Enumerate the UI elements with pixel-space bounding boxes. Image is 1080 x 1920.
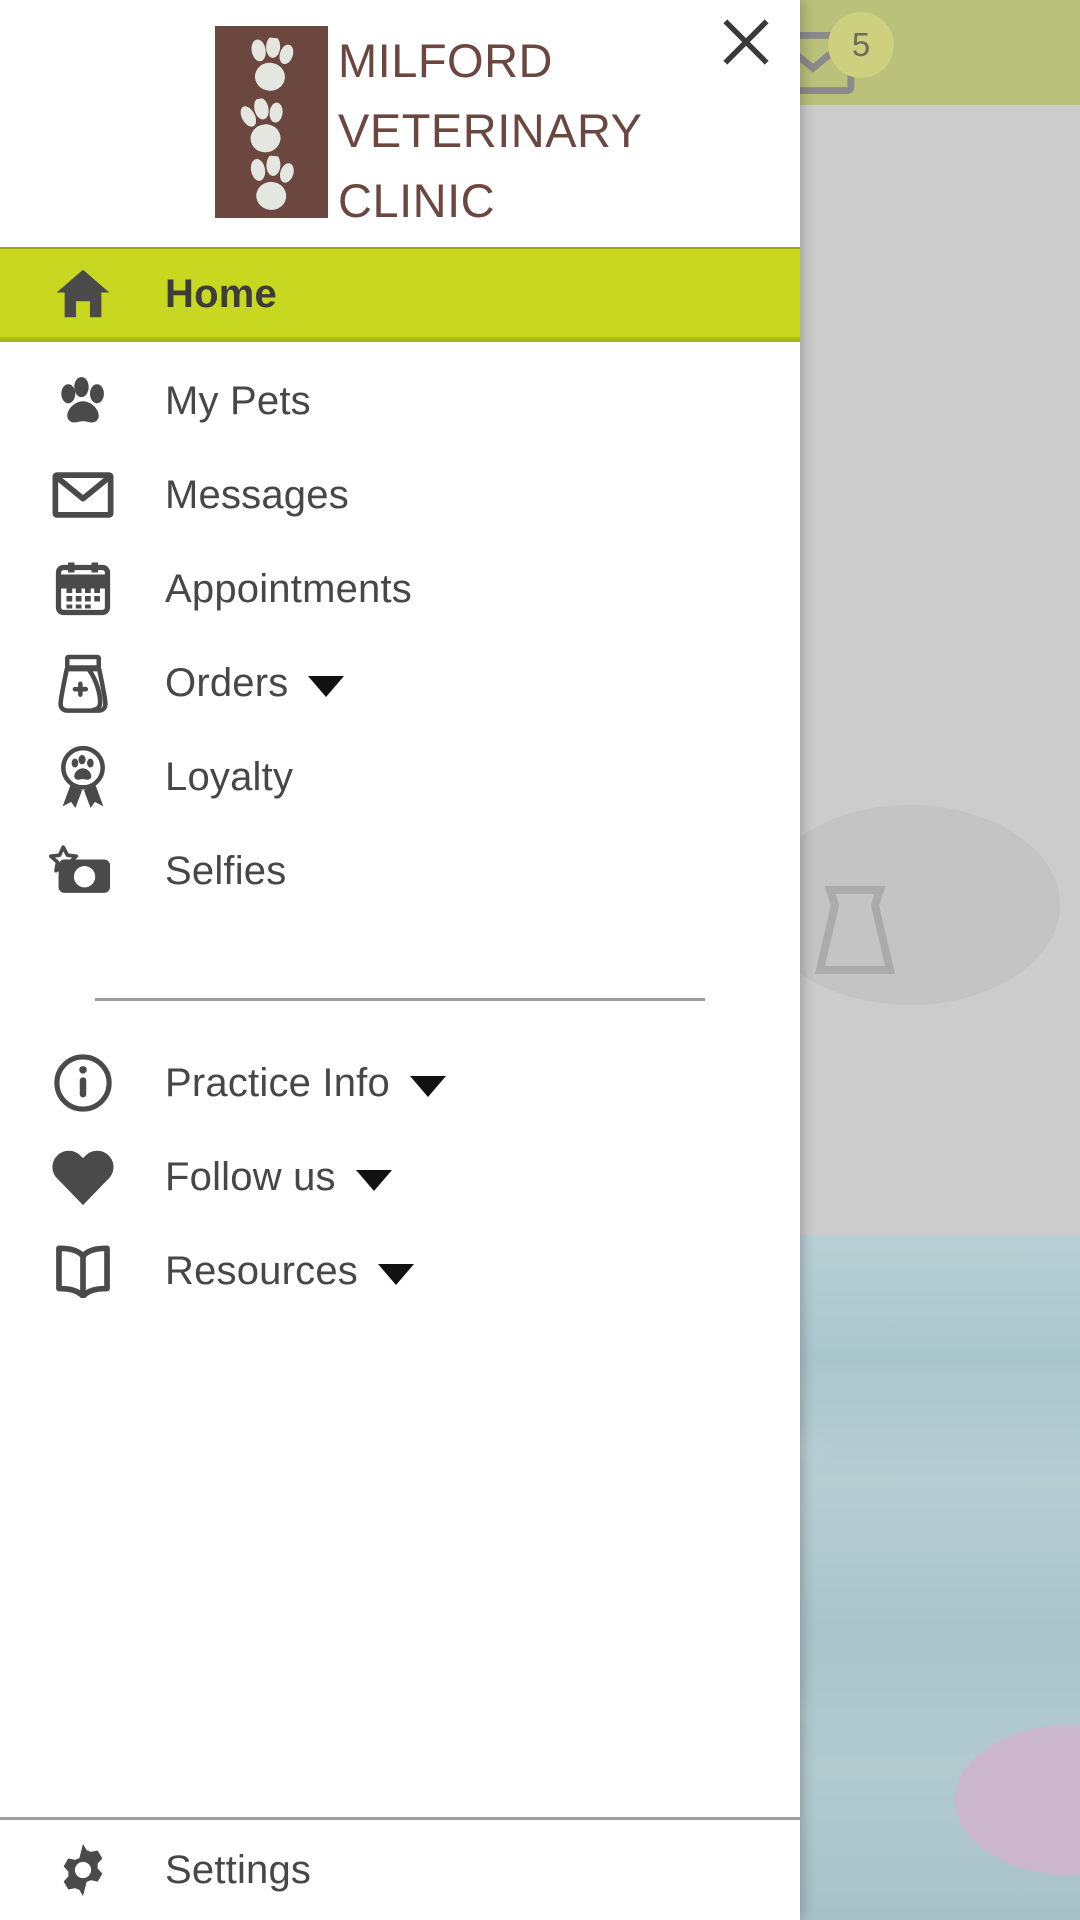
close-drawer-button[interactable]: [714, 10, 778, 74]
nav-label-home: Home: [165, 271, 277, 316]
nav-icon-slot: [0, 845, 165, 897]
nav-label-my-pets: My Pets: [165, 378, 311, 423]
nav-item-selfies[interactable]: Selfies: [0, 824, 800, 918]
chevron-down-icon[interactable]: [355, 1169, 392, 1191]
nav-icon-slot: [0, 370, 165, 432]
drawer-footer: Settings: [0, 1817, 800, 1920]
nav-icon-slot: [0, 745, 165, 809]
nav-icon-slot: [0, 263, 165, 325]
navigation-drawer: MILFORD VETERINARY CLINIC Home My Pets M…: [0, 0, 800, 1920]
nav-label-messages: Messages: [165, 472, 349, 517]
app-screen: 5 MILFORD VETERINARY CLINIC Home My Pets…: [0, 0, 1080, 1920]
logo-line-3: CLINIC: [338, 174, 496, 227]
envelope-icon: [52, 472, 113, 518]
calendar-icon: [55, 562, 110, 616]
food-bag-icon: [814, 886, 896, 974]
nav-icon-slot: [0, 470, 165, 520]
paw-print-icon: [251, 35, 294, 91]
nav-item-settings[interactable]: Settings: [0, 1820, 800, 1920]
nav-icon-slot: [0, 1147, 165, 1207]
nav-label-appointments: Appointments: [165, 566, 412, 611]
book-icon: [55, 1245, 110, 1298]
nav-label-resources: Resources: [165, 1248, 358, 1293]
chevron-down-icon[interactable]: [378, 1263, 414, 1285]
nav-item-resources[interactable]: Resources: [0, 1224, 800, 1318]
nav-item-loyalty[interactable]: Loyalty: [0, 730, 800, 824]
paw-prints-logo-mark: [215, 26, 328, 218]
nav-icon-slot: [0, 1052, 165, 1114]
gear-icon: [63, 1843, 102, 1897]
paw-print-icon: [250, 153, 294, 210]
award-paw-icon: [60, 745, 105, 809]
drawer-nav-list: Home My Pets Messages Appointments Order…: [0, 247, 800, 1817]
camera-star-icon: [48, 845, 110, 893]
paw-print-icon: [240, 97, 283, 153]
logo-line-1: MILFORD: [338, 34, 553, 87]
clinic-logo: MILFORD VETERINARY CLINIC: [215, 26, 643, 227]
chevron-down-icon[interactable]: [409, 1075, 446, 1097]
info-circle-icon: [53, 1054, 112, 1112]
nav-icon-slot: [0, 1244, 165, 1298]
chevron-down-icon[interactable]: [308, 675, 345, 697]
nav-label-practice-info: Practice Info: [165, 1060, 390, 1105]
messages-badge: 5: [828, 12, 894, 78]
nav-item-appointments[interactable]: Appointments: [0, 542, 800, 636]
heart-icon: [51, 1150, 114, 1206]
nav-item-follow-us[interactable]: Follow us: [0, 1130, 800, 1224]
home-icon: [56, 269, 109, 318]
nav-label-selfies: Selfies: [165, 848, 287, 893]
nav-label-loyalty: Loyalty: [165, 754, 294, 799]
close-icon: [723, 19, 769, 65]
nav-label-follow-us: Follow us: [165, 1154, 336, 1199]
paw-icon: [60, 376, 104, 423]
clinic-logo-text: MILFORD VETERINARY CLINIC: [328, 26, 643, 236]
nav-label-orders: Orders: [165, 660, 289, 705]
nav-icon-slot: [0, 652, 165, 714]
logo-line-2: VETERINARY: [338, 104, 643, 157]
food-bag-icon: [57, 654, 108, 713]
nav-item-practice-info[interactable]: Practice Info: [0, 1036, 800, 1130]
nav-label-settings: Settings: [165, 1847, 312, 1892]
nav-icon-slot: [0, 559, 165, 619]
nav-item-orders[interactable]: Orders: [0, 636, 800, 730]
nav-item-home[interactable]: Home: [0, 247, 800, 342]
nav-item-messages[interactable]: Messages: [0, 448, 800, 542]
nav-item-my-pets[interactable]: My Pets: [0, 354, 800, 448]
drawer-header: MILFORD VETERINARY CLINIC: [0, 0, 800, 247]
nav-icon-slot: [0, 1841, 165, 1899]
